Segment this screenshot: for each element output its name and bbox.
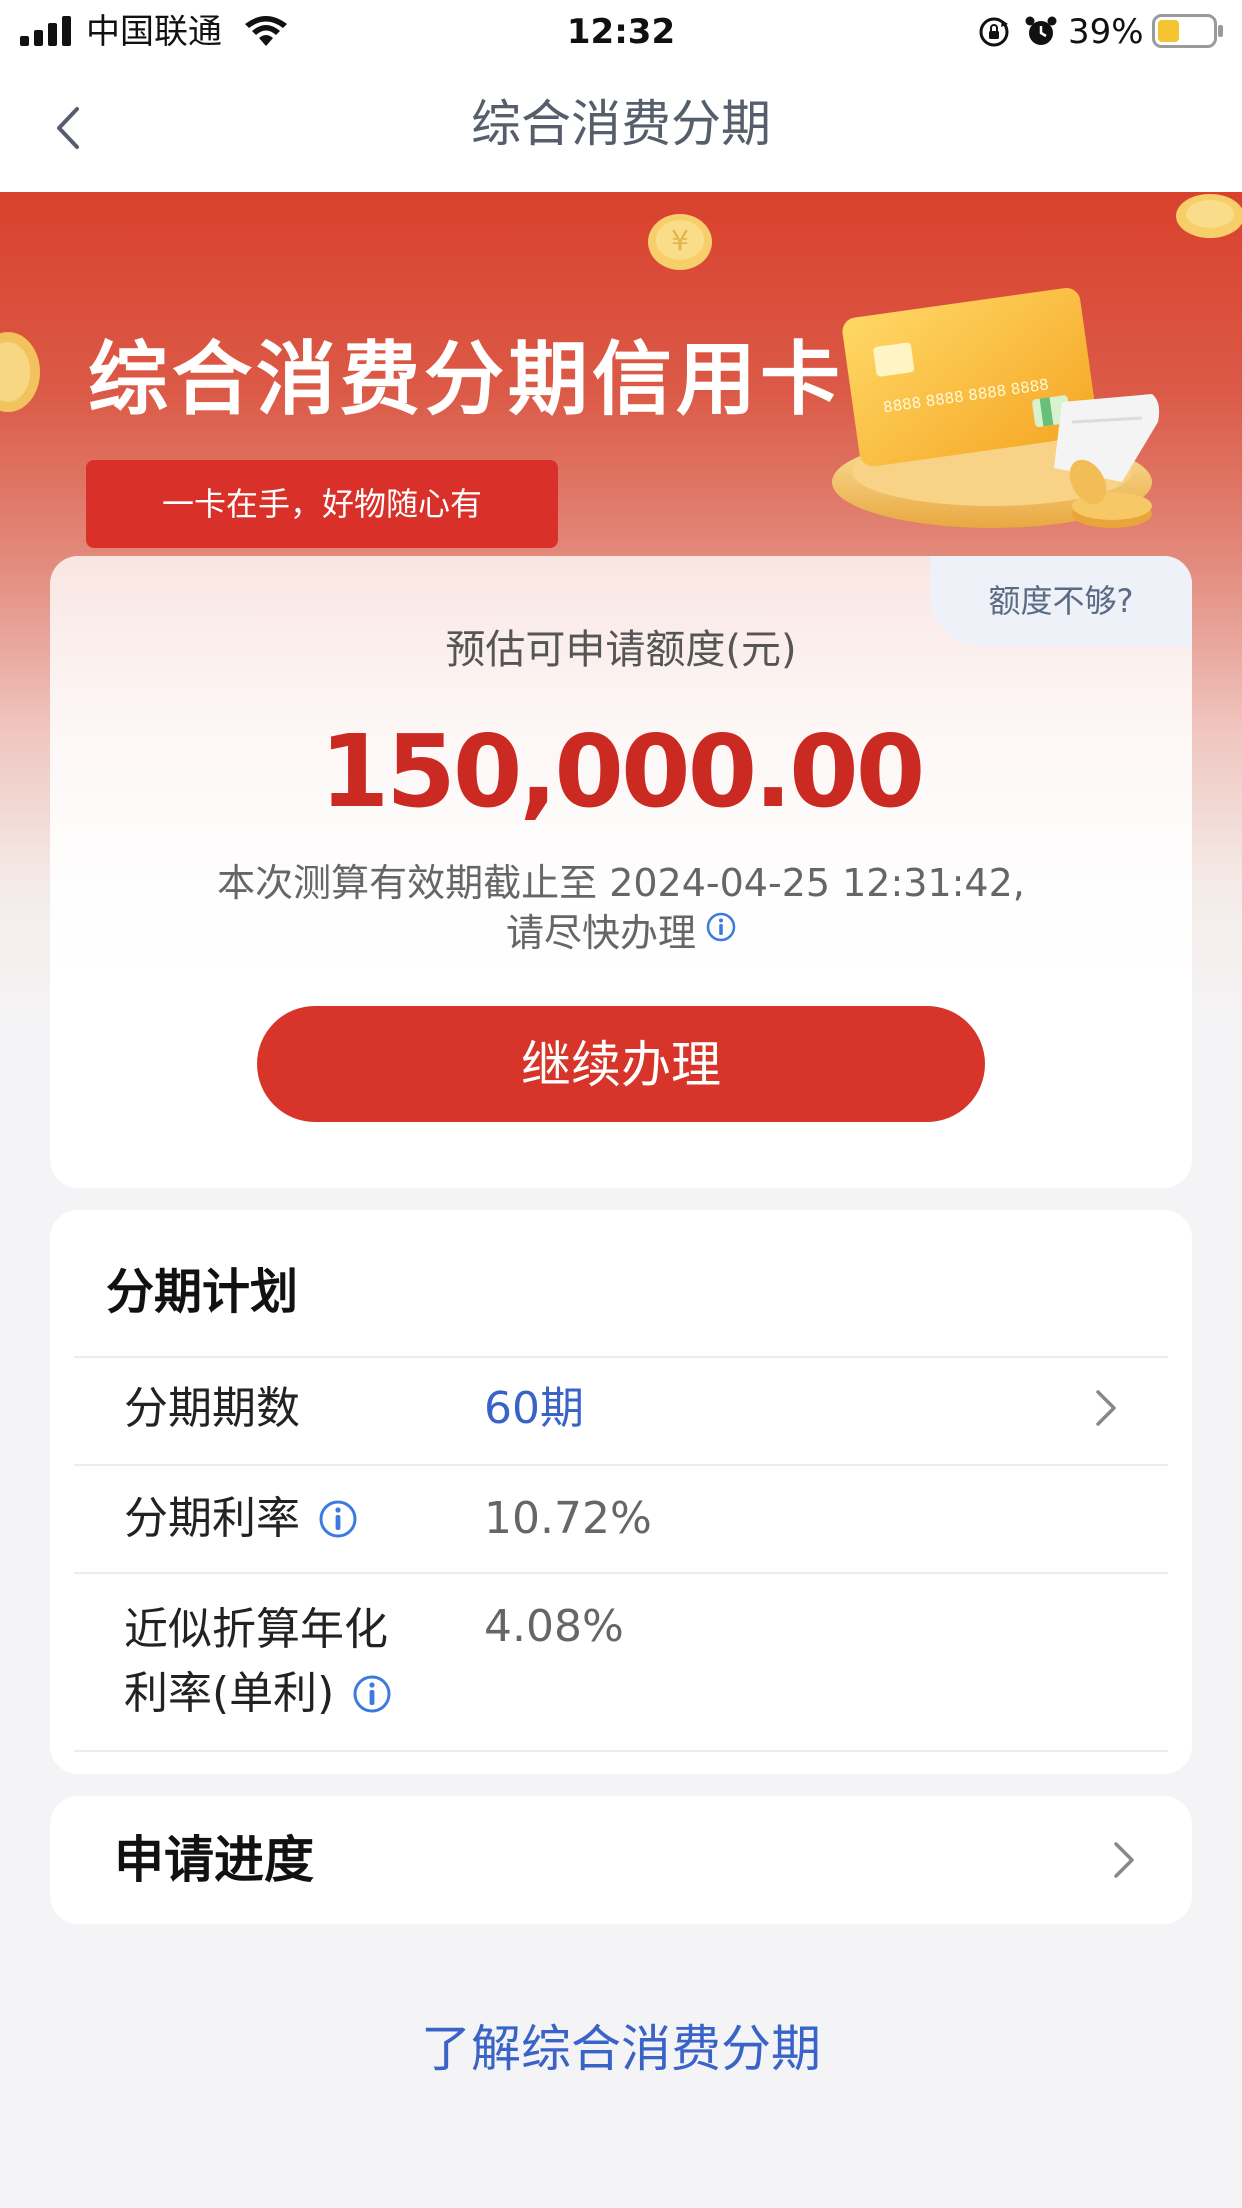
validity-reminder-text: 请尽快办理 (505, 911, 696, 955)
battery-icon (1152, 14, 1223, 48)
annualized-rate-value: 4.08% (484, 1601, 624, 1652)
chevron-right-icon (1096, 1390, 1116, 1426)
plan-row-periods[interactable]: 分期期数 60期 (74, 1356, 1168, 1464)
alarm-icon (1025, 16, 1057, 45)
plan-row-annualized: 近似折算年化 利率(单利) 4.08% (74, 1572, 1168, 1752)
banner-title: 综合消费分期信用卡 (88, 333, 844, 426)
info-icon[interactable] (318, 1499, 358, 1539)
nav-bar: 综合消费分期 (0, 64, 1242, 192)
info-icon[interactable] (706, 912, 736, 942)
page-title: 综合消费分期 (471, 95, 771, 153)
coin-icon (1176, 194, 1242, 238)
chevron-right-icon (1114, 1842, 1134, 1878)
rate-value: 10.72% (484, 1493, 652, 1544)
lock-rotation-icon (979, 17, 1009, 47)
hero-banner: ¥ 综合消费分期信用卡 一卡在手，好物随心有 8888 8888 8888 88… (0, 192, 1242, 1192)
row-label: 近似折算年化 利率(单利) (124, 1598, 392, 1726)
row-label: 分期期数 (124, 1383, 300, 1434)
learn-more-link[interactable]: 了解综合消费分期 (0, 2014, 1242, 2084)
periods-value[interactable]: 60期 (484, 1380, 584, 1438)
quota-label: 预估可申请额度(元) (445, 627, 797, 673)
credit-card-illustration: 8888 8888 8888 8888 (832, 287, 1160, 528)
battery-percent: 39% (1068, 12, 1144, 52)
coin-icon (0, 332, 40, 412)
validity-text: 本次测算有效期截止至 2024-04-25 12:31:42, (217, 861, 1025, 905)
coin-icon: ¥ (648, 214, 712, 270)
svg-text:¥: ¥ (671, 224, 689, 257)
rate-label-text: 分期利率 (124, 1493, 300, 1544)
application-progress-row[interactable]: 申请进度 (50, 1796, 1192, 1924)
continue-button[interactable]: 继续办理 (257, 1006, 985, 1122)
info-icon[interactable] (352, 1674, 392, 1714)
status-bar: 中国联通 12:32 39% (0, 0, 1242, 64)
annualized-label-line2: 利率(单利) (124, 1668, 335, 1719)
annualized-label-line1: 近似折算年化 (124, 1604, 388, 1655)
progress-title: 申请进度 (114, 1831, 314, 1889)
banner-tagline: 一卡在手，好物随心有 (86, 460, 558, 548)
plan-title: 分期计划 (106, 1264, 299, 1320)
divider (74, 1750, 1168, 1752)
validity-reminder: 请尽快办理 (50, 908, 1192, 958)
row-label: 分期利率 (124, 1490, 358, 1548)
installment-plan-card: 分期计划 分期期数 60期 分期利率 10.72% 近似折算年化 利率(单利) … (50, 1210, 1192, 1774)
quota-card: 额度不够? 预估可申请额度(元) 150,000.00 本次测算有效期截止至 2… (50, 556, 1192, 1188)
plan-row-rate: 分期利率 10.72% (74, 1464, 1168, 1572)
quota-amount: 150,000.00 (319, 713, 926, 830)
